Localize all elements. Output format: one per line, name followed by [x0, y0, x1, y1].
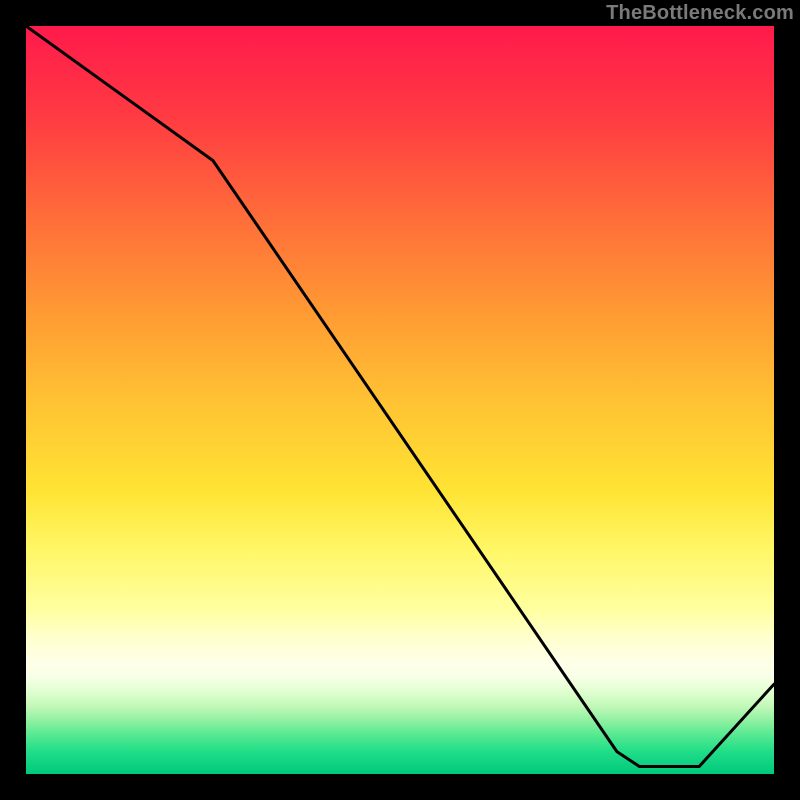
chart-stage: TheBottleneck.com: [0, 0, 800, 800]
plot-area: [26, 26, 774, 774]
bottleneck-curve: [26, 26, 774, 767]
watermark-text: TheBottleneck.com: [606, 2, 794, 25]
chart-line-layer: [26, 26, 774, 774]
